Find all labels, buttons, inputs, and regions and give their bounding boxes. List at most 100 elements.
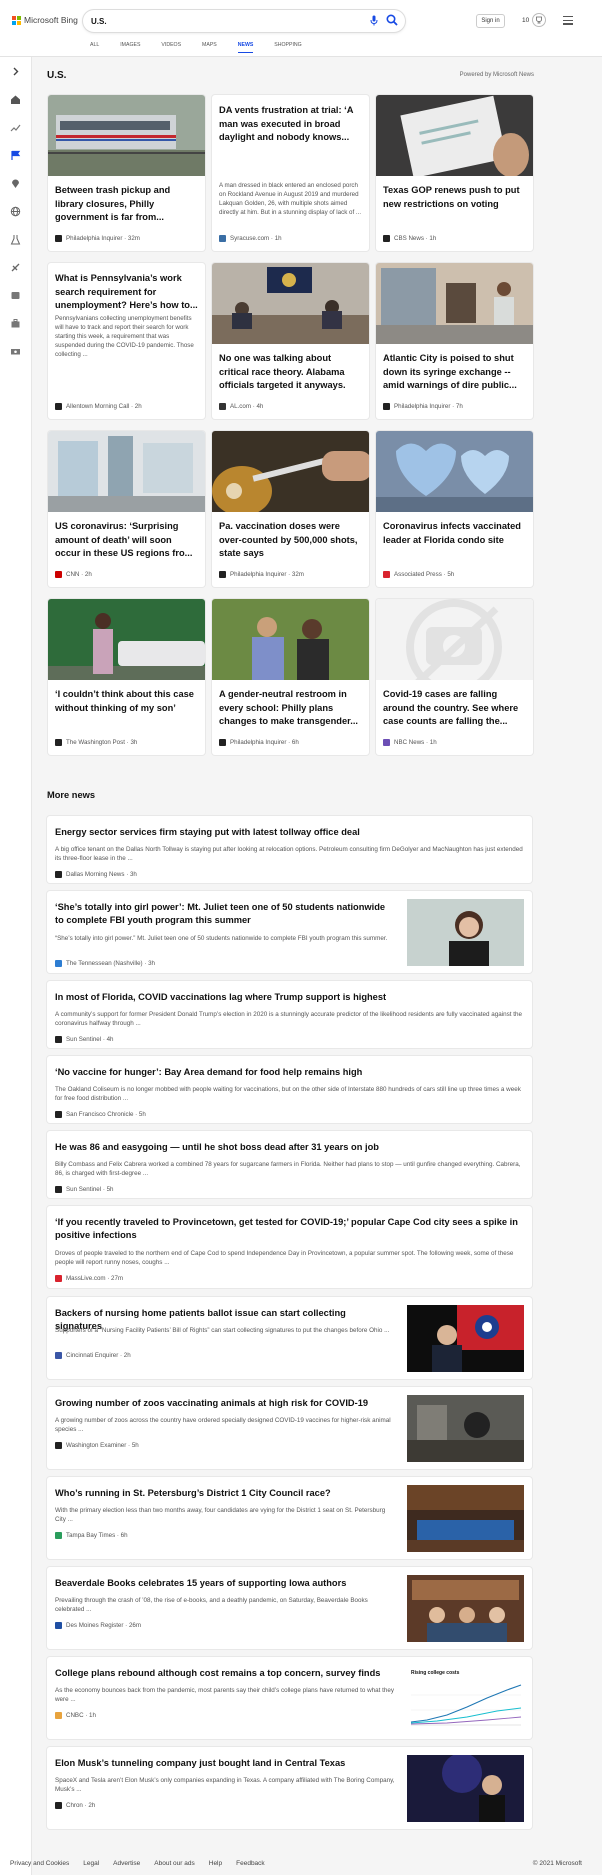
more-news-item[interactable]: Growing number of zoos vaccinating anima…: [47, 1387, 532, 1469]
card-title[interactable]: What is Pennsylvania’s work search requi…: [55, 272, 198, 313]
gender-neutral-restroom-card[interactable]: A gender-neutral restroom in every schoo…: [212, 599, 369, 755]
sports-icon[interactable]: [10, 262, 21, 273]
publish-time: 32m: [127, 235, 140, 242]
card-title[interactable]: Atlantic City is poised to shut down its…: [383, 352, 526, 393]
publish-time: 6h: [291, 739, 299, 746]
texas-gop-card[interactable]: Texas GOP renews push to put new restric…: [376, 95, 533, 251]
tab-videos[interactable]: VIDEOS: [161, 42, 181, 53]
top-header: Microsoft Bing Sign in 10 ALL IMAGES: [0, 0, 602, 57]
footer: Privacy and Cookies Legal Advertise Abou…: [0, 1853, 602, 1875]
provider-name: San Francisco Chronicle: [66, 1111, 134, 1118]
tab-news[interactable]: NEWS: [237, 42, 253, 53]
tab-images[interactable]: IMAGES: [120, 42, 140, 53]
world-globe-icon[interactable]: [10, 206, 21, 217]
footer-link-feedback[interactable]: Feedback: [236, 1860, 265, 1867]
card-provider: Philadelphia Inquirer · 32m: [219, 571, 304, 578]
cnn-coronavirus-card[interactable]: US coronavirus: ‘Surprising amount of de…: [48, 431, 205, 587]
more-news-title[interactable]: ‘If you recently traveled to Provincetow…: [55, 1216, 523, 1243]
card-title[interactable]: DA vents frustration at trial: ‘A man wa…: [219, 104, 362, 145]
more-news-title[interactable]: Beaverdale Books celebrates 15 years of …: [55, 1577, 395, 1590]
more-news-title[interactable]: Who’s running in St. Petersburg’s Distri…: [55, 1487, 395, 1500]
card-snippet: A man dressed in black entered an enclos…: [219, 182, 362, 216]
trending-icon[interactable]: [10, 122, 21, 133]
entertainment-icon[interactable]: [10, 290, 21, 301]
card-title[interactable]: A gender-neutral restroom in every schoo…: [219, 688, 362, 729]
pa-vaccination-card[interactable]: Pa. vaccination doses were over-counted …: [212, 431, 369, 587]
covid-falling-card[interactable]: Covid-19 cases are falling around the co…: [376, 599, 533, 755]
card-title[interactable]: Coronavirus infects vaccinated leader at…: [383, 520, 526, 547]
more-news-item[interactable]: Energy sector services firm staying put …: [47, 816, 532, 883]
bing-logo[interactable]: Microsoft Bing: [12, 15, 78, 25]
card-provider: NBC News · 1h: [383, 739, 437, 746]
footer-link-legal[interactable]: Legal: [83, 1860, 99, 1867]
business-icon[interactable]: [10, 318, 21, 329]
sign-in-button[interactable]: Sign in: [476, 14, 505, 28]
more-news-item[interactable]: Beaverdale Books celebrates 15 years of …: [47, 1567, 532, 1649]
card-title[interactable]: US coronavirus: ‘Surprising amount of de…: [55, 520, 198, 561]
more-news-snippet: Billy Combass and Felix Cabrera worked a…: [55, 1161, 521, 1177]
tab-maps[interactable]: MAPS: [202, 42, 217, 53]
search-icon[interactable]: [386, 14, 398, 26]
more-news-snippet: SpaceX and Tesla aren’t Elon Musk’s only…: [55, 1777, 395, 1793]
more-news-provider: MassLive.com · 27m: [55, 1275, 123, 1282]
more-news-item[interactable]: He was 86 and easygoing — until he shot …: [47, 1131, 532, 1198]
more-news-item[interactable]: ‘No vaccine for hunger’: Bay Area demand…: [47, 1056, 532, 1123]
provider-logo-icon: [55, 1712, 62, 1719]
publish-time: 3h: [148, 960, 155, 967]
more-news-item[interactable]: College plans rebound although cost rema…: [47, 1657, 532, 1739]
search-input[interactable]: [91, 13, 361, 29]
syracuse-trial-card[interactable]: DA vents frustration at trial: ‘A man wa…: [212, 95, 369, 251]
philly-trash-card[interactable]: Between trash pickup and library closure…: [48, 95, 205, 251]
more-news-snippet: As the economy bounces back from the pan…: [55, 1687, 395, 1703]
more-news-thumbnail: [407, 1485, 524, 1552]
microphone-icon[interactable]: [370, 15, 378, 26]
more-news-item[interactable]: In most of Florida, COVID vaccinations l…: [47, 981, 532, 1048]
tab-all[interactable]: ALL: [90, 42, 99, 53]
more-news-title[interactable]: Elon Musk’s tunneling company just bough…: [55, 1757, 395, 1770]
card-title[interactable]: Texas GOP renews push to put new restric…: [383, 184, 526, 211]
home-icon[interactable]: [10, 94, 21, 105]
menu-icon[interactable]: [563, 16, 573, 27]
more-news-title[interactable]: In most of Florida, COVID vaccinations l…: [55, 991, 523, 1004]
more-news-title[interactable]: Energy sector services firm staying put …: [55, 826, 523, 839]
footer-link-privacy[interactable]: Privacy and Cookies: [10, 1860, 69, 1867]
footer-link-help[interactable]: Help: [209, 1860, 222, 1867]
pennsylvania-unemployment-card[interactable]: What is Pennsylvania’s work search requi…: [48, 263, 205, 419]
more-news-item[interactable]: Who’s running in St. Petersburg’s Distri…: [47, 1477, 532, 1559]
more-news-title[interactable]: Growing number of zoos vaccinating anima…: [55, 1397, 395, 1410]
publish-time: 1h: [429, 739, 437, 746]
footer-link-advertise[interactable]: Advertise: [113, 1860, 140, 1867]
card-title[interactable]: No one was talking about critical race t…: [219, 352, 362, 393]
tab-shopping[interactable]: SHOPPING: [274, 42, 301, 53]
card-title[interactable]: Pa. vaccination doses were over-counted …: [219, 520, 362, 561]
provider-logo-icon: [219, 571, 226, 578]
more-news-item[interactable]: Elon Musk’s tunneling company just bough…: [47, 1747, 532, 1829]
powered-by-label[interactable]: Powered by Microsoft News: [460, 72, 534, 78]
money-icon[interactable]: [10, 346, 21, 357]
more-news-title[interactable]: ‘No vaccine for hunger’: Bay Area demand…: [55, 1066, 523, 1079]
more-news-snippet: The Oakland Coliseum is no longer mobbed…: [55, 1086, 521, 1102]
more-news-title[interactable]: College plans rebound although cost rema…: [55, 1667, 395, 1680]
florida-condo-card[interactable]: Coronavirus infects vaccinated leader at…: [376, 431, 533, 587]
search-box[interactable]: [83, 10, 405, 32]
alabama-crt-card[interactable]: No one was talking about critical race t…: [212, 263, 369, 419]
more-news-item[interactable]: Backers of nursing home patients ballot …: [47, 1297, 532, 1379]
provider-name: Sun Sentinel: [66, 1186, 102, 1193]
provider-logo-icon: [55, 1532, 62, 1539]
expand-chevron-icon[interactable]: [10, 66, 21, 77]
us-news-flag-icon[interactable]: [10, 150, 21, 161]
atlantic-city-card[interactable]: Atlantic City is poised to shut down its…: [376, 263, 533, 419]
more-news-item[interactable]: ‘She’s totally into girl power’: Mt. Jul…: [47, 891, 532, 973]
more-news-item[interactable]: ‘If you recently traveled to Provincetow…: [47, 1206, 532, 1288]
rewards-trophy-icon[interactable]: [532, 13, 546, 27]
local-pin-icon[interactable]: [10, 178, 21, 189]
card-title[interactable]: ‘I couldn’t think about this case withou…: [55, 688, 198, 715]
footer-link-about-ads[interactable]: About our ads: [154, 1860, 194, 1867]
washington-post-card[interactable]: ‘I couldn’t think about this case withou…: [48, 599, 205, 755]
more-news-title[interactable]: He was 86 and easygoing — until he shot …: [55, 1141, 523, 1154]
card-title[interactable]: Covid-19 cases are falling around the co…: [383, 688, 526, 729]
more-news-title[interactable]: ‘She’s totally into girl power’: Mt. Jul…: [55, 901, 395, 928]
card-title[interactable]: Between trash pickup and library closure…: [55, 184, 198, 225]
card-provider: CBS News · 1h: [383, 235, 436, 242]
science-icon[interactable]: [10, 234, 21, 245]
